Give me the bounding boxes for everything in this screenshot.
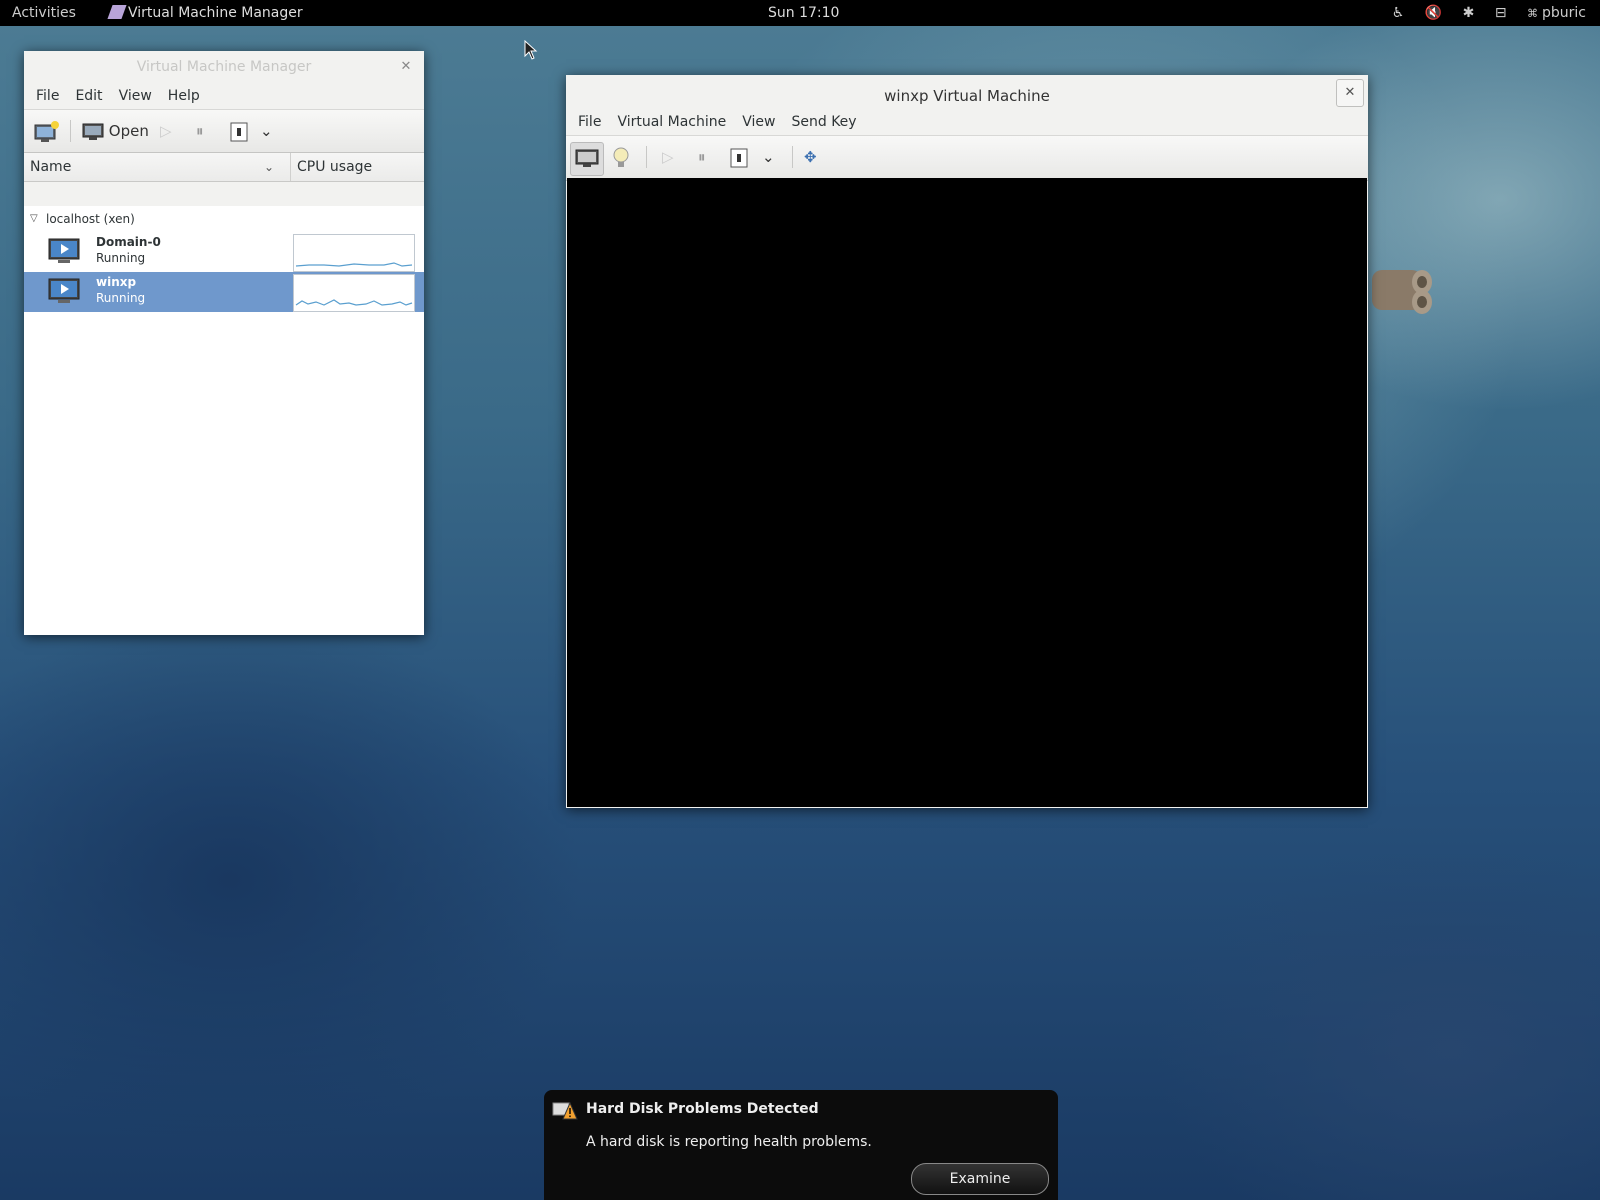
vm-display[interactable]: [567, 178, 1367, 807]
bluetooth-icon[interactable]: ✱: [1463, 5, 1475, 21]
monitor-icon: [82, 123, 104, 140]
run-icon[interactable]: ▷: [662, 143, 674, 171]
toolbar-separator: [70, 120, 71, 142]
vm-manager-window: Virtual Machine Manager ✕ File Edit View He…: [24, 51, 424, 635]
accessibility-icon[interactable]: ♿: [1392, 5, 1405, 21]
vm-running-icon: [48, 278, 80, 303]
wallpaper-pipe-decoration: [1372, 270, 1432, 314]
window-title: winxp Virtual Machine: [884, 87, 1050, 105]
window-title: Virtual Machine Manager: [136, 59, 312, 75]
console-view-button[interactable]: [570, 142, 604, 176]
shutdown-button[interactable]: [230, 117, 248, 145]
monitor-icon: [575, 149, 599, 167]
clock[interactable]: Sun 17:10: [768, 0, 839, 26]
run-icon[interactable]: ▷: [160, 117, 172, 145]
vm-name: winxp: [96, 275, 137, 289]
user-name: pburic: [1542, 5, 1586, 21]
pause-icon[interactable]: ⏸: [196, 117, 204, 145]
mouse-cursor-icon: [524, 40, 538, 60]
open-button[interactable]: Open: [82, 117, 149, 145]
column-name[interactable]: Name: [30, 153, 71, 181]
window-titlebar[interactable]: Virtual Machine Manager ✕: [24, 51, 424, 83]
menu-edit[interactable]: Edit: [67, 83, 110, 109]
vm-console-window: winxp Virtual Machine ✕ File Virtual Mach…: [566, 75, 1368, 808]
lightbulb-icon: [613, 147, 629, 167]
notification-body: A hard disk is reporting health problems…: [586, 1134, 872, 1150]
close-icon[interactable]: ✕: [1336, 79, 1364, 107]
menubar: File Edit View Help: [24, 83, 424, 109]
user-icon: ⌘: [1527, 7, 1538, 20]
connection-label: localhost (xen): [46, 212, 135, 226]
shutdown-icon: [730, 148, 748, 167]
sort-arrow-icon[interactable]: ⌄: [264, 153, 274, 181]
top-panel: Activities Virtual Machine Manager Sun 1…: [0, 0, 1600, 26]
vm-row-domain-0[interactable]: Domain-0 Running: [24, 232, 424, 272]
app-menu[interactable]: Virtual Machine Manager: [107, 0, 303, 26]
system-status-area[interactable]: ♿ 🔇 ✱ ⊟ ⌘ pburic: [1376, 0, 1586, 26]
toolbar-separator: [646, 146, 647, 168]
column-cpu-usage[interactable]: CPU usage: [290, 153, 372, 181]
chevron-down-icon[interactable]: ⌄: [260, 117, 273, 145]
list-header: Name ⌄ CPU usage: [24, 153, 424, 182]
vm-row-winxp[interactable]: winxp Running: [24, 272, 424, 312]
toolbar: ▷ ⏸ ⌄ ✥: [566, 135, 1368, 181]
app-menu-label: Virtual Machine Manager: [128, 5, 303, 21]
window-titlebar[interactable]: winxp Virtual Machine ✕: [566, 75, 1368, 117]
menu-view[interactable]: View: [111, 83, 160, 109]
menu-file[interactable]: File: [28, 83, 67, 109]
expander-icon[interactable]: ▽: [30, 206, 38, 232]
examine-button[interactable]: Examine: [911, 1163, 1049, 1195]
vm-running-icon: [48, 238, 80, 263]
volume-muted-icon[interactable]: 🔇: [1425, 5, 1442, 21]
toolbar-separator: [792, 146, 793, 168]
toolbar: Open ▷ ⏸ ⌄: [24, 109, 424, 153]
connection-row[interactable]: ▽ localhost (xen): [24, 206, 424, 232]
vm-status: Running: [96, 291, 146, 305]
user-menu[interactable]: ⌘ pburic: [1527, 5, 1586, 21]
activities-button[interactable]: Activities: [12, 0, 76, 26]
open-button-label: Open: [108, 122, 149, 140]
chevron-down-icon[interactable]: ⌄: [762, 143, 775, 171]
vm-list: ▽ localhost (xen) Domain-0 Running winxp…: [24, 206, 424, 635]
disk-warning-icon: [552, 1101, 578, 1120]
network-icon[interactable]: ⊟: [1495, 5, 1507, 21]
virt-manager-icon: [107, 5, 127, 19]
notification-banner[interactable]: Hard Disk Problems Detected A hard disk …: [544, 1090, 1058, 1200]
shutdown-icon: [230, 122, 248, 141]
close-icon[interactable]: ✕: [396, 57, 416, 77]
menu-help[interactable]: Help: [160, 83, 208, 109]
details-button[interactable]: [612, 143, 630, 171]
pause-icon[interactable]: ⏸: [698, 143, 706, 171]
cpu-usage-graph: [293, 274, 415, 312]
fullscreen-icon[interactable]: ✥: [804, 143, 817, 171]
vm-name: Domain-0: [96, 235, 161, 249]
shutdown-button[interactable]: [730, 143, 748, 171]
new-vm-button[interactable]: [34, 117, 60, 145]
vm-status: Running: [96, 251, 146, 265]
notification-title: Hard Disk Problems Detected: [586, 1101, 819, 1117]
new-vm-icon: [34, 120, 59, 142]
cpu-usage-graph: [293, 234, 415, 272]
